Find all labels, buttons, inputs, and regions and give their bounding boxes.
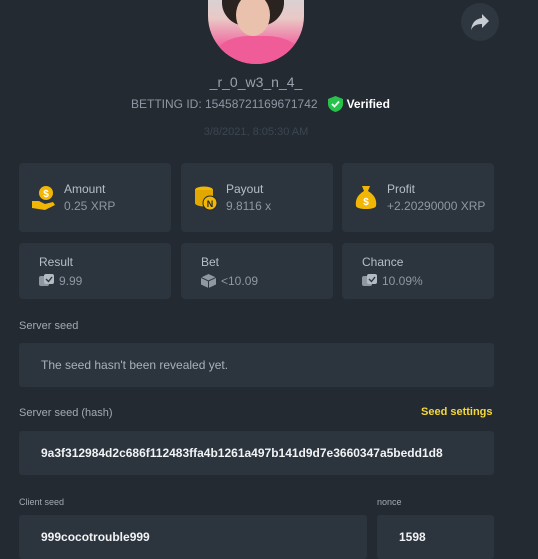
money-hand-icon: $	[32, 186, 55, 210]
svg-text:$: $	[43, 189, 49, 200]
result-card: Result 9.99	[19, 243, 171, 299]
bet-details-page: _r_0_w3_n_4_ BETTING ID: 154587211696717…	[0, 0, 538, 559]
verified-badge: Verified	[327, 96, 390, 112]
svg-text:N: N	[207, 199, 214, 209]
avatar-shirt	[218, 36, 298, 64]
betting-id: BETTING ID: 15458721169671742	[131, 97, 318, 111]
amount-card: $ Amount 0.25 XRP	[19, 163, 171, 232]
bet-timestamp: 3/8/2021, 8:05:30 AM	[203, 126, 309, 138]
nonce-value: 1598	[399, 530, 426, 544]
dice-icon	[362, 274, 377, 286]
coins-icon: N	[195, 186, 218, 211]
chance-card: Chance 10.09%	[342, 243, 494, 299]
seed-settings-link[interactable]: Seed settings	[421, 406, 493, 418]
amount-value: 0.25 XRP	[64, 199, 116, 213]
share-icon	[471, 14, 489, 30]
server-seed-field[interactable]: The seed hasn't been revealed yet.	[19, 343, 494, 387]
client-seed-label: Client seed	[19, 497, 65, 507]
client-seed-field[interactable]: 999cocotrouble999	[19, 515, 367, 559]
nonce-field[interactable]: 1598	[377, 515, 494, 559]
profit-card: $ Profit +2.20290000 XRP	[342, 163, 494, 232]
payout-value: 9.8116 x	[226, 199, 272, 213]
dice-box-icon	[201, 274, 216, 288]
payout-card: N Payout 9.8116 x	[181, 163, 333, 232]
result-value: 9.99	[59, 274, 83, 288]
server-seed-value: The seed hasn't been revealed yet.	[41, 358, 229, 372]
verified-label: Verified	[346, 97, 390, 111]
payout-label: Payout	[226, 182, 264, 196]
betting-id-row: BETTING ID: 15458721169671742 Verified	[131, 96, 390, 112]
username: _r_0_w3_n_4_	[209, 74, 303, 90]
server-seed-label: Server seed	[19, 320, 79, 332]
server-seed-hash-field[interactable]: 9a3f312984d2c686f112483ffa4b1261a497b141…	[19, 431, 494, 475]
result-label: Result	[39, 255, 74, 269]
money-bag-icon: $	[355, 186, 377, 209]
server-seed-hash-value: 9a3f312984d2c686f112483ffa4b1261a497b141…	[41, 446, 443, 460]
svg-text:$: $	[363, 197, 369, 208]
profit-label: Profit	[387, 182, 416, 196]
verified-shield-icon	[327, 96, 343, 112]
share-button[interactable]	[461, 3, 499, 41]
amount-label: Amount	[64, 182, 106, 196]
client-seed-value: 999cocotrouble999	[41, 530, 150, 544]
chance-label: Chance	[362, 255, 404, 269]
bet-label: Bet	[201, 255, 220, 269]
bet-value: <10.09	[221, 274, 259, 288]
bet-card: Bet <10.09	[181, 243, 333, 299]
dice-icon	[39, 274, 54, 286]
server-seed-hash-label: Server seed (hash)	[19, 407, 113, 419]
chance-value: 10.09%	[382, 274, 423, 288]
avatar[interactable]	[208, 0, 304, 64]
profit-value: +2.20290000 XRP	[387, 199, 486, 213]
nonce-label: nonce	[377, 497, 402, 507]
avatar-face	[236, 0, 270, 36]
